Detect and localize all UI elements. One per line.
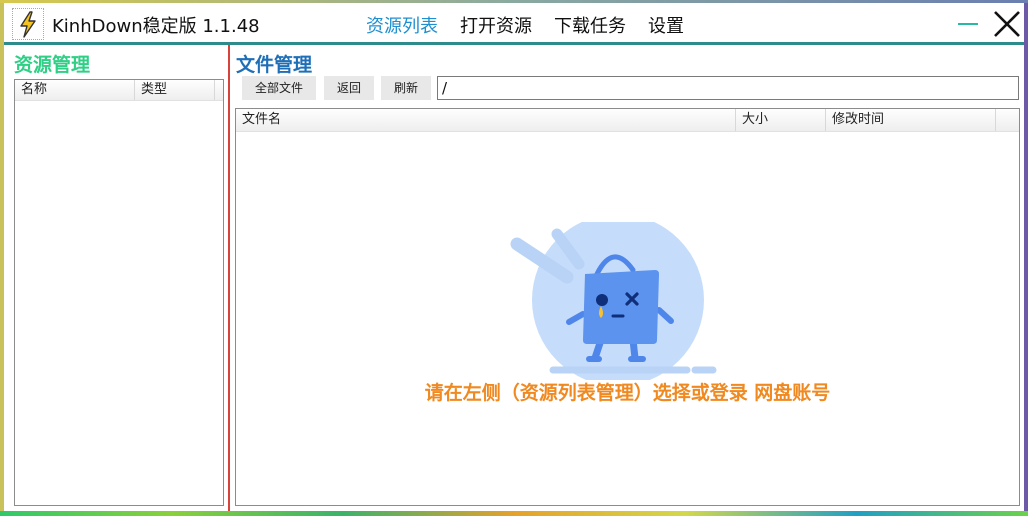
- column-header-size[interactable]: 大小: [736, 109, 826, 131]
- empty-bag-illustration: [505, 214, 720, 386]
- main-nav: 资源列表 打开资源 下载任务 设置: [366, 12, 706, 38]
- close-icon[interactable]: [992, 9, 1022, 39]
- path-input[interactable]: [437, 76, 1019, 100]
- title-bar: KinhDown稳定版 1.1.48 资源列表 打开资源 下载任务 设置: [4, 3, 1024, 43]
- pane-divider[interactable]: [228, 45, 230, 511]
- column-header-modified[interactable]: 修改时间: [826, 109, 996, 131]
- column-header-filename[interactable]: 文件名: [236, 109, 736, 131]
- title-bar-separator: [4, 42, 1024, 45]
- refresh-button[interactable]: 刷新: [381, 76, 431, 100]
- nav-tab-download-tasks[interactable]: 下载任务: [554, 12, 626, 38]
- empty-state-message: 请在左侧（资源列表管理）选择或登录 网盘账号: [424, 382, 831, 404]
- app-title: KinhDown稳定版 1.1.48: [52, 16, 260, 37]
- right-panel-title: 文件管理: [236, 54, 313, 76]
- all-files-button[interactable]: 全部文件: [242, 76, 316, 100]
- column-header-type[interactable]: 类型: [135, 80, 215, 100]
- back-button[interactable]: 返回: [324, 76, 374, 100]
- resource-table-header: 名称 类型: [15, 80, 223, 101]
- minimize-icon[interactable]: [958, 23, 978, 25]
- left-panel-title: 资源管理: [14, 54, 91, 76]
- resource-table[interactable]: 名称 类型: [14, 79, 224, 506]
- window-bottom-edge: [0, 511, 1028, 516]
- nav-tab-open-resource[interactable]: 打开资源: [460, 12, 532, 38]
- nav-tab-resource-list[interactable]: 资源列表: [366, 12, 438, 38]
- lightning-bolt-icon: [12, 8, 44, 40]
- file-table-header: 文件名 大小 修改时间: [236, 109, 1019, 132]
- column-header-name[interactable]: 名称: [15, 80, 135, 100]
- nav-tab-settings[interactable]: 设置: [648, 12, 684, 38]
